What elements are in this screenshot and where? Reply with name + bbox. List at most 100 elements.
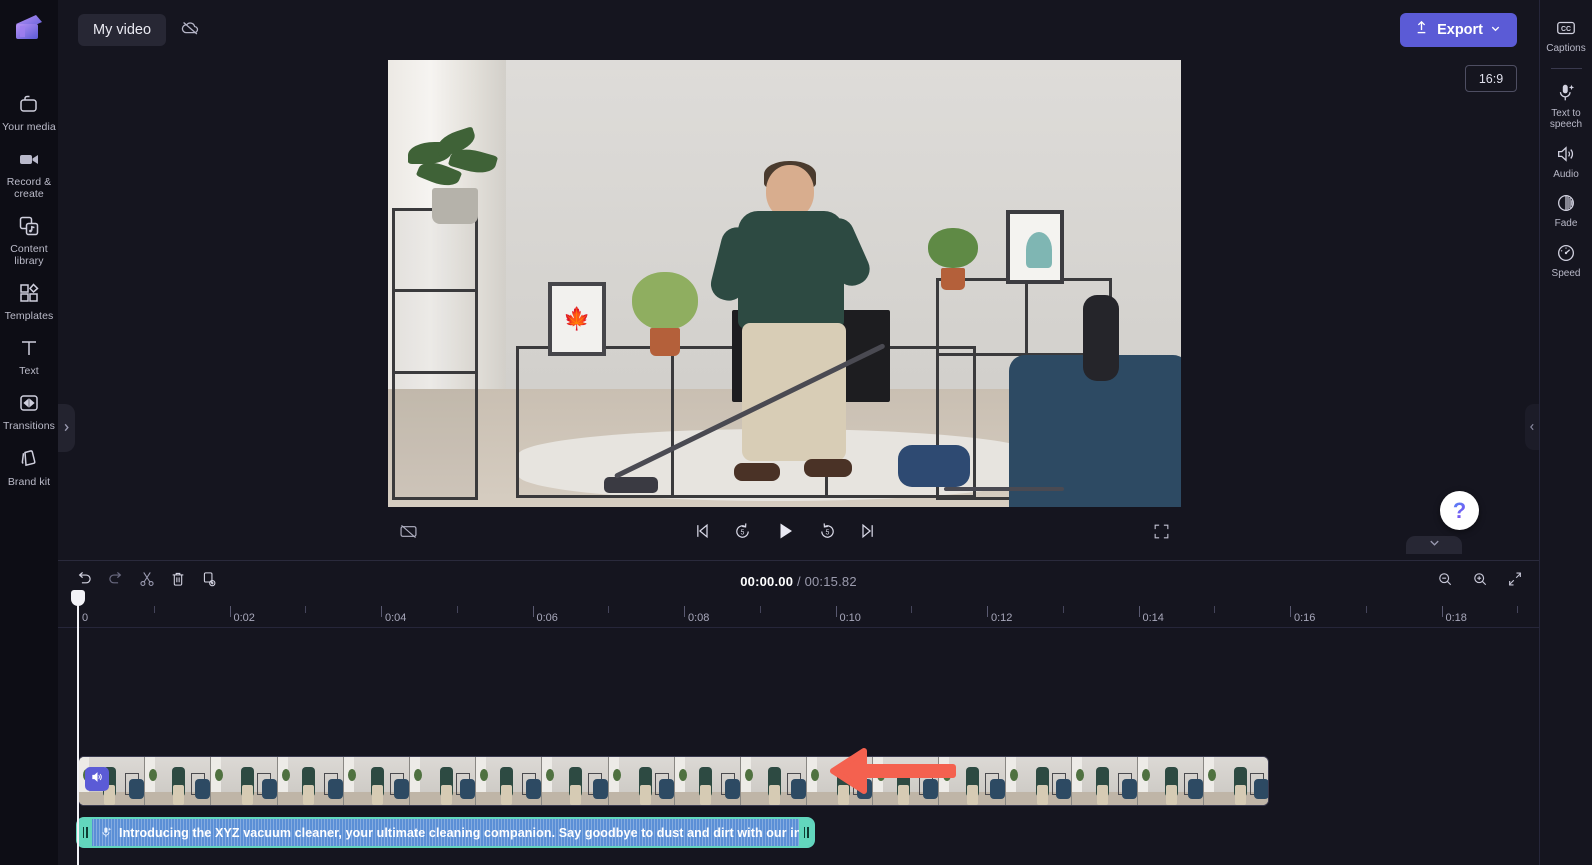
- cloud-off-icon: [179, 17, 201, 44]
- ruler-tick-bar: [911, 606, 913, 613]
- sidebar-item-speed[interactable]: Speed: [1540, 235, 1592, 285]
- sidebar-item-audio[interactable]: Audio: [1540, 136, 1592, 186]
- video-camera-icon: [17, 147, 41, 171]
- aspect-ratio-button[interactable]: 16:9: [1465, 65, 1517, 92]
- skip-to-end-button[interactable]: [858, 521, 878, 546]
- clip-thumbnail: [939, 757, 1006, 805]
- fit-to-screen-button[interactable]: [1500, 567, 1529, 596]
- text-to-speech-clip[interactable]: Introducing the XYZ vacuum cleaner, your…: [78, 819, 813, 846]
- ruler-tick-label: 0:18: [1445, 612, 1467, 624]
- ruler-tick-bar: [1214, 606, 1216, 613]
- forward-5s-button[interactable]: 5: [817, 521, 838, 547]
- cloud-sync-button[interactable]: [174, 14, 206, 46]
- ruler-tick-bar: [532, 606, 534, 617]
- fade-circle-icon: [1555, 192, 1577, 214]
- sidebar-label: Captions: [1546, 43, 1586, 54]
- preview-stage: 16:9 🍁 5 5 ?: [58, 60, 1539, 560]
- clip-thumbnail: [343, 757, 410, 805]
- ruler-tick-label: 0: [82, 612, 89, 624]
- microphone-sparkle-icon: [1555, 82, 1577, 104]
- left-sidebar: Your media Record & create Content libra…: [0, 0, 58, 865]
- ruler-tick-bar: [1441, 606, 1443, 617]
- skip-to-start-icon: [692, 521, 712, 546]
- sidebar-item-record-create[interactable]: Record & create: [0, 139, 58, 206]
- ruler-tick-bar: [381, 606, 382, 617]
- svg-text:CC: CC: [1561, 26, 1571, 33]
- captions-toggle-button[interactable]: [398, 521, 419, 547]
- speedometer-icon: [1555, 242, 1577, 264]
- zoom-out-button[interactable]: [1430, 567, 1459, 596]
- sidebar-item-brand-kit[interactable]: Brand kit: [0, 439, 58, 494]
- ruler-minor-tick: [1517, 606, 1519, 613]
- total-time: 00:15.82: [804, 573, 857, 589]
- ruler-tick-bar: [456, 606, 458, 613]
- sidebar-label: Templates: [4, 310, 54, 323]
- zoom-in-button[interactable]: [1465, 567, 1494, 596]
- rewind-5s-button[interactable]: 5: [732, 521, 753, 547]
- ruler-minor-tick: [759, 606, 761, 613]
- clip-left-handle[interactable]: [78, 819, 92, 846]
- redo-button[interactable]: [101, 567, 130, 596]
- top-bar: My video Export: [58, 0, 1539, 60]
- clip-thumbnail: [807, 757, 874, 805]
- svg-text:5: 5: [825, 529, 829, 536]
- skip-to-start-button[interactable]: [692, 521, 712, 546]
- ruler-tick-bar: [608, 606, 610, 613]
- ruler-tick-bar: [1290, 606, 1291, 617]
- clip-thumbnail: [740, 757, 808, 805]
- help-button[interactable]: ?: [1440, 491, 1479, 530]
- playhead-knob[interactable]: [71, 590, 85, 606]
- aspect-ratio-label: 16:9: [1478, 71, 1504, 86]
- sidebar-item-transitions[interactable]: Transitions: [0, 383, 58, 438]
- clip-volume-button[interactable]: [85, 767, 109, 791]
- sidebar-label: Transitions: [2, 420, 56, 433]
- sidebar-item-text[interactable]: Text: [0, 328, 58, 383]
- export-label: Export: [1437, 22, 1483, 38]
- left-panel-collapse-button[interactable]: [58, 404, 75, 452]
- fullscreen-button[interactable]: [1152, 522, 1171, 546]
- ruler-minor-tick: [305, 606, 307, 613]
- clipchamp-logo[interactable]: [12, 12, 46, 46]
- clip-thumbnail: [476, 757, 543, 805]
- sidebar-label: Content library: [10, 243, 48, 268]
- sidebar-item-templates[interactable]: Templates: [0, 273, 58, 328]
- speaker-icon: [1555, 143, 1577, 165]
- video-preview[interactable]: 🍁: [388, 60, 1181, 507]
- sidebar-item-your-media[interactable]: Your media: [0, 84, 58, 139]
- media-folder-icon: [17, 92, 41, 116]
- clip-thumbnail: [674, 757, 741, 805]
- upload-icon: [1413, 19, 1430, 41]
- ruler-tick-label: 0:12: [991, 612, 1013, 624]
- video-clip[interactable]: [78, 756, 1269, 806]
- magnifier-plus-icon: [1471, 570, 1489, 593]
- ruler-tick-bar: [835, 606, 837, 617]
- ruler-tick-bar: [229, 606, 231, 617]
- right-panel-collapse-button[interactable]: [1525, 404, 1539, 450]
- sidebar-item-text-to-speech[interactable]: Text to speech: [1540, 75, 1592, 136]
- delete-button[interactable]: [163, 567, 192, 596]
- ruler-tick: 0:04: [381, 606, 406, 624]
- timeline-toolbar: 00:00.00 / 00:15.82: [58, 561, 1539, 601]
- play-button[interactable]: [773, 519, 797, 548]
- duplicate-button[interactable]: [194, 567, 223, 596]
- edit-tools: [70, 567, 223, 596]
- sidebar-item-content-library[interactable]: Content library: [0, 206, 58, 273]
- play-icon: [773, 519, 797, 548]
- timeline-panel: 00:00.00 / 00:15.82 0 0:02 0:04 0:06 0:0…: [58, 560, 1539, 865]
- playhead[interactable]: [71, 590, 85, 865]
- project-title-button[interactable]: My video: [78, 14, 167, 46]
- export-button[interactable]: Export: [1400, 13, 1517, 47]
- timeline-collapse-button[interactable]: [1406, 536, 1462, 554]
- time-readout: 00:00.00 / 00:15.82: [740, 574, 857, 589]
- clip-thumbnail: [1071, 757, 1138, 805]
- clip-thumbnail: [409, 757, 477, 805]
- timeline-ruler[interactable]: 0 0:02 0:04 0:06 0:08 0:10 0:12 0:14 0:16 0:18: [58, 601, 1539, 628]
- clip-right-handle[interactable]: [799, 819, 813, 846]
- sidebar-item-captions[interactable]: CC Captions: [1540, 10, 1592, 60]
- fit-screen-icon: [1506, 570, 1524, 593]
- chevron-right-icon: [62, 419, 71, 437]
- split-button[interactable]: [132, 567, 161, 596]
- ruler-minor-tick: [1365, 606, 1367, 613]
- time-separator: /: [796, 573, 801, 589]
- sidebar-item-fade[interactable]: Fade: [1540, 185, 1592, 235]
